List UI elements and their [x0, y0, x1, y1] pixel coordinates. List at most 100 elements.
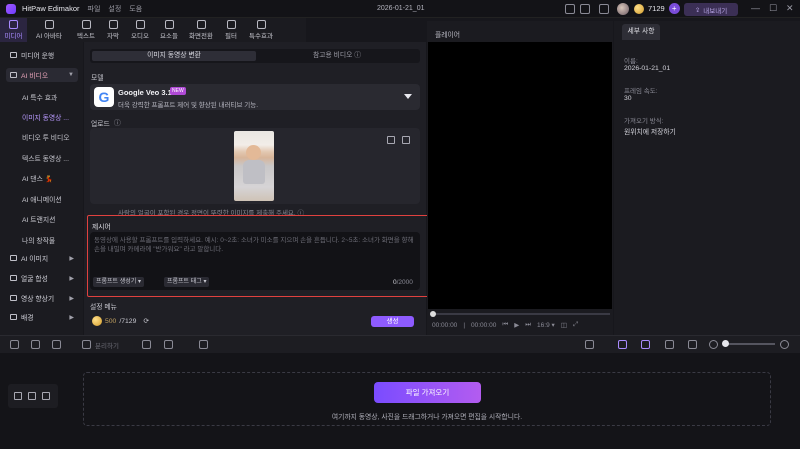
- sidebar-item-ai-effects[interactable]: AI 특수 효과: [22, 92, 57, 102]
- zoom-out-icon[interactable]: [709, 340, 718, 349]
- sidebar-item-ai-dance[interactable]: AI 댄스 💃: [22, 173, 53, 183]
- settings-icon[interactable]: [599, 4, 609, 14]
- tab-audio[interactable]: 오디오: [125, 18, 155, 42]
- zoom-handle[interactable]: [722, 340, 729, 347]
- minimize-icon[interactable]: —: [751, 3, 760, 13]
- magnet-icon[interactable]: [641, 340, 650, 349]
- zoom-slider[interactable]: [727, 343, 775, 345]
- snapshot-icon[interactable]: ◫: [561, 321, 567, 329]
- tab-media[interactable]: 미디어: [0, 18, 27, 42]
- info-icon[interactable]: ⓘ: [114, 117, 121, 127]
- tab-ai-avatar[interactable]: AI 아바타: [27, 18, 71, 42]
- aspect-ratio-value: 16:9: [537, 322, 550, 329]
- import-files-button[interactable]: 파일 가져오기: [374, 382, 481, 403]
- delete-icon[interactable]: [52, 340, 61, 349]
- transition-icon: [196, 20, 206, 29]
- time-total: 00:00:00: [471, 321, 497, 329]
- link-icon[interactable]: [618, 340, 627, 349]
- prompt-placeholder[interactable]: 동영상에 사용할 프롬프트를 입력하세요. 예시: 0~2초: 소녀가 미소를 …: [94, 236, 416, 254]
- sidebar-item-ai-animation[interactable]: AI 애니메이션: [22, 194, 62, 204]
- sidebar-item-video-to-video[interactable]: 비디오 투 비디오: [22, 132, 70, 142]
- screen-record-icon[interactable]: [565, 4, 575, 14]
- time-current: 00:00:00: [432, 321, 458, 329]
- text-tool-icon[interactable]: [164, 340, 173, 349]
- scrubber-handle[interactable]: [430, 311, 436, 317]
- info-icon[interactable]: ⓘ: [354, 52, 361, 59]
- cost-display: 500/7129 ⟳: [92, 316, 149, 326]
- split-label[interactable]: 분리하기: [95, 340, 119, 350]
- menu-help[interactable]: 도움: [129, 4, 142, 14]
- coin-icon: [634, 3, 644, 14]
- tab-transitions[interactable]: 화면전환: [183, 18, 219, 42]
- track-video-icon[interactable]: [14, 392, 22, 400]
- sidebar-group-ai-image[interactable]: AI 이미지 ▶: [6, 251, 78, 265]
- fullscreen-icon[interactable]: ⤢: [573, 321, 578, 329]
- sidebar-item-image-to-video[interactable]: 이미지 동영상 ...: [22, 112, 69, 122]
- eye-icon[interactable]: [28, 392, 36, 400]
- tab-filter[interactable]: 필터: [219, 18, 243, 42]
- effects-icon: [256, 20, 266, 29]
- microphone-icon[interactable]: [585, 340, 594, 349]
- new-badge: NEW: [170, 87, 186, 95]
- prompt-tag-button[interactable]: 프롬프트 태그 ▾: [164, 277, 210, 287]
- elements-icon: [164, 20, 174, 29]
- prompt-generator-button[interactable]: 프롬프트 생성기 ▾: [93, 277, 144, 287]
- add-credits-button[interactable]: +: [668, 3, 680, 14]
- timeline-toolbar: [0, 335, 800, 353]
- lock-icon[interactable]: [42, 392, 50, 400]
- name-label: 이름:: [624, 58, 638, 65]
- fit-icon[interactable]: [688, 340, 697, 349]
- uploaded-image: [234, 131, 274, 201]
- prev-frame-icon[interactable]: ⏮: [502, 321, 508, 329]
- zoom-in-icon[interactable]: [780, 340, 789, 349]
- tab-elements[interactable]: 요소들: [155, 18, 183, 42]
- message-icon[interactable]: [580, 4, 590, 14]
- tab-image-to-video[interactable]: 이미지 동영상 변환: [92, 51, 256, 61]
- split-icon[interactable]: [82, 340, 91, 349]
- sidebar-item-ai-transition[interactable]: AI 트랜지션: [22, 214, 55, 224]
- sidebar-group-background[interactable]: 배경 ▶: [6, 310, 78, 324]
- delete-icon[interactable]: [402, 136, 410, 144]
- folder-icon: [10, 52, 17, 58]
- sidebar-group-ai-video[interactable]: AI 비디오 ▼: [6, 68, 78, 82]
- import-mode-label: 가져오기 방식:: [624, 118, 664, 125]
- subtitle-icon: [108, 20, 118, 29]
- menu-file[interactable]: 파일: [88, 4, 101, 14]
- sidebar-group-enhancer[interactable]: 영상 향상기 ▶: [6, 291, 78, 305]
- play-icon[interactable]: ▶: [514, 321, 519, 329]
- filter-icon: [226, 20, 236, 29]
- edit-icon[interactable]: [387, 136, 395, 144]
- export-button[interactable]: ⇪ 내보내기: [684, 3, 738, 16]
- aspect-ratio-select[interactable]: 16:9 ▾: [537, 321, 555, 329]
- snap-icon[interactable]: [665, 340, 674, 349]
- next-frame-icon[interactable]: ⏭: [525, 321, 531, 329]
- sidebar-group-label: 얼굴 합성: [21, 276, 48, 283]
- refresh-icon[interactable]: ⟳: [143, 317, 149, 325]
- marker-icon[interactable]: [142, 340, 151, 349]
- redo-icon[interactable]: [31, 340, 40, 349]
- close-icon[interactable]: ✕: [786, 3, 794, 14]
- track-header: [8, 384, 58, 408]
- tab-text[interactable]: 텍스트: [71, 18, 101, 42]
- tab-label: 요소들: [160, 33, 178, 40]
- tab-effects[interactable]: 특수효과: [243, 18, 279, 42]
- sidebar-group-face-swap[interactable]: 얼굴 합성 ▶: [6, 271, 78, 285]
- tab-reference-video[interactable]: 참고용 비디오 ⓘ: [256, 51, 418, 61]
- chevron-right-icon: ▶: [69, 255, 74, 262]
- undo-icon[interactable]: [10, 340, 19, 349]
- tab-subtitle[interactable]: 자막: [101, 18, 125, 42]
- menu-settings[interactable]: 설정: [108, 4, 121, 14]
- fps-label: 프레임 속도:: [624, 88, 658, 95]
- add-track-icon[interactable]: [199, 340, 208, 349]
- user-avatar[interactable]: [617, 3, 629, 15]
- sidebar-group-label: 배경: [21, 315, 34, 322]
- enhance-icon: [10, 295, 17, 301]
- maximize-icon[interactable]: ☐: [769, 3, 777, 14]
- sidebar-item-my-creations[interactable]: 나의 창작물: [22, 235, 55, 245]
- sidebar-group-media[interactable]: 미디어 운행: [6, 48, 78, 62]
- model-selector[interactable]: G Google Veo 3.1 NEW 더욱 강력한 프롬프트 제어 및 향상…: [90, 84, 420, 110]
- generate-button[interactable]: 생성: [371, 316, 414, 327]
- sidebar-item-text-to-video[interactable]: 텍스트 동영상 ...: [22, 153, 69, 163]
- playback-scrubber[interactable]: [432, 313, 610, 315]
- tab-details[interactable]: 세부 사항: [622, 24, 660, 40]
